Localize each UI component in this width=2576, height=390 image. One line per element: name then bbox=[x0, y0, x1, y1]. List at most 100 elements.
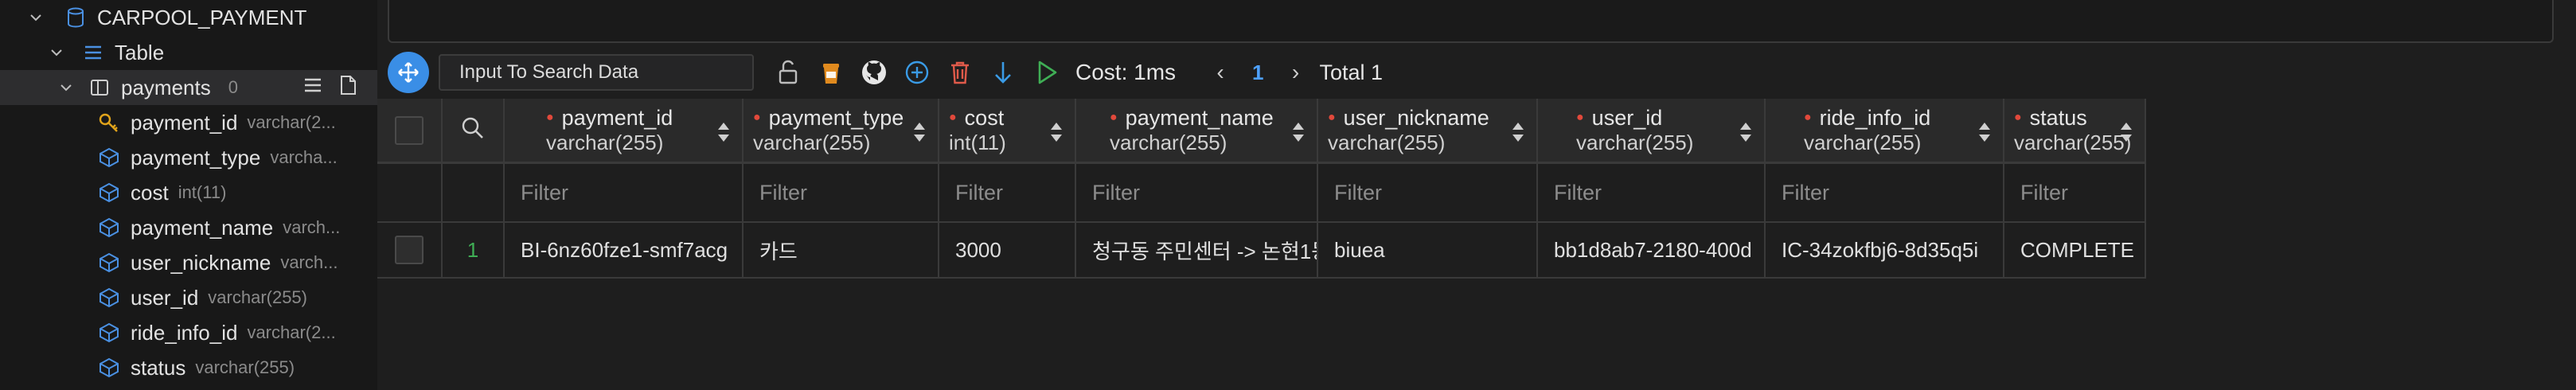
coffee-icon[interactable] bbox=[813, 54, 849, 91]
column-header-payment-name[interactable]: ● payment_name varchar(255) bbox=[1076, 99, 1318, 164]
column-header-payment-id[interactable]: ● payment_id varchar(255) bbox=[505, 99, 744, 164]
sort-icon[interactable] bbox=[1511, 121, 1525, 143]
sort-icon[interactable] bbox=[1049, 121, 1064, 143]
filter-input-cost[interactable]: Filter bbox=[939, 164, 1076, 223]
column-type: varchar(2... bbox=[247, 322, 336, 342]
move-icon[interactable] bbox=[388, 52, 429, 93]
cell-cost[interactable]: 3000 bbox=[939, 223, 1076, 279]
sidebar-column-status[interactable]: status varchar(255) bbox=[0, 350, 377, 385]
row-search-cell bbox=[443, 99, 505, 164]
column-name: payment_name bbox=[131, 215, 274, 240]
next-page-button[interactable]: › bbox=[1280, 54, 1312, 91]
column-icon bbox=[97, 286, 121, 310]
query-cost: Cost: 1ms bbox=[1075, 60, 1177, 84]
column-header-name: payment_name bbox=[1125, 105, 1274, 130]
editor-code-fragment: — — — — — — — — — — — — — — — — — — — — … bbox=[412, 0, 970, 9]
cell-ride-info-id[interactable]: IC-34zokfbj6-8d35q5i bbox=[1766, 223, 2004, 279]
sort-icon[interactable] bbox=[1739, 121, 1753, 143]
column-header-status[interactable]: ● status varchar(255) bbox=[2004, 99, 2146, 164]
table-row[interactable]: 1 BI-6nz60fze1-smf7acg 카드 3000 청구동 주민센터 -> … bbox=[377, 223, 2146, 279]
table-row-count: 0 bbox=[228, 77, 238, 97]
column-type: int(11) bbox=[178, 182, 227, 202]
tree-database[interactable]: CARPOOL_PAYMENT bbox=[0, 0, 377, 35]
sort-icon[interactable] bbox=[1977, 121, 1992, 143]
sidebar-column-ride-info-id[interactable]: ride_info_id varchar(2... bbox=[0, 315, 377, 350]
column-header-type: varchar(255) bbox=[1328, 130, 1446, 154]
cell-payment-type[interactable]: 카드 bbox=[744, 223, 939, 279]
sidebar-column-payment-name[interactable]: payment_name varch... bbox=[0, 210, 377, 245]
search-icon[interactable] bbox=[460, 115, 486, 145]
row-select-cell bbox=[377, 223, 443, 279]
column-header-user-nickname[interactable]: ● user_nickname varchar(255) bbox=[1318, 99, 1538, 164]
cell-status[interactable]: COMPLETE bbox=[2004, 223, 2146, 279]
column-icon bbox=[97, 181, 121, 205]
column-name: ride_info_id bbox=[131, 320, 238, 345]
filter-input-status[interactable]: Filter bbox=[2004, 164, 2146, 223]
file-icon[interactable] bbox=[336, 73, 360, 103]
filter-input-user-nickname[interactable]: Filter bbox=[1318, 164, 1538, 223]
filter-input-payment-name[interactable]: Filter bbox=[1076, 164, 1318, 223]
column-header-ride-info-id[interactable]: ● ride_info_id varchar(255) bbox=[1766, 99, 2004, 164]
column-name: status bbox=[131, 355, 186, 380]
sidebar: CARPOOL_PAYMENT Table payments 0 payment… bbox=[0, 0, 377, 390]
required-dot: ● bbox=[546, 110, 554, 124]
previous-page-button[interactable]: ‹ bbox=[1204, 54, 1236, 91]
column-header-type: varchar(255) bbox=[1576, 130, 1694, 154]
column-header-name: ride_info_id bbox=[1819, 105, 1931, 130]
column-header-name: status bbox=[2029, 105, 2087, 130]
column-icon bbox=[97, 321, 121, 345]
chevron-down-icon[interactable] bbox=[25, 7, 46, 28]
arrow-down-icon[interactable] bbox=[985, 54, 1021, 91]
column-header-type: varchar(255) bbox=[1110, 130, 1228, 154]
page-number[interactable]: 1 bbox=[1252, 60, 1263, 85]
filter-row: Filter Filter Filter Filter Filter Filter Filt… bbox=[377, 164, 2146, 223]
filter-input-ride-info-id[interactable]: Filter bbox=[1766, 164, 2004, 223]
sort-icon[interactable] bbox=[912, 121, 927, 143]
filter-input-payment-type[interactable]: Filter bbox=[744, 164, 939, 223]
sidebar-column-cost[interactable]: cost int(11) bbox=[0, 175, 377, 210]
play-icon[interactable] bbox=[1028, 54, 1064, 91]
column-icon bbox=[97, 251, 121, 275]
column-name: cost bbox=[131, 180, 169, 205]
column-icon bbox=[97, 146, 121, 170]
search-input[interactable] bbox=[439, 54, 754, 91]
tree-table-group[interactable]: Table bbox=[0, 35, 377, 70]
cell-payment-id[interactable]: BI-6nz60fze1-smf7acg bbox=[505, 223, 744, 279]
row-checkbox[interactable] bbox=[395, 236, 423, 264]
cell-payment-name[interactable]: 청구동 주민센터 -> 논현1동 bbox=[1076, 223, 1318, 279]
sidebar-column-user-nickname[interactable]: user_nickname varch... bbox=[0, 245, 377, 280]
select-all-checkbox[interactable] bbox=[395, 115, 423, 145]
sort-icon[interactable] bbox=[1291, 121, 1306, 143]
sort-icon[interactable] bbox=[2119, 121, 2133, 143]
chevron-down-icon[interactable] bbox=[46, 42, 67, 63]
unlock-icon[interactable] bbox=[770, 54, 806, 91]
result-toolbar: Cost: 1ms ‹ 1 › Total 1 bbox=[388, 51, 2537, 94]
required-dot: ● bbox=[1328, 110, 1336, 124]
column-header-user-id[interactable]: ● user_id varchar(255) bbox=[1538, 99, 1766, 164]
chevron-down-icon[interactable] bbox=[56, 77, 76, 98]
github-icon[interactable] bbox=[856, 54, 892, 91]
required-dot: ● bbox=[949, 110, 957, 124]
filter-input-payment-id[interactable]: Filter bbox=[505, 164, 744, 223]
filter-spacer bbox=[377, 164, 443, 223]
tree-table-payments[interactable]: payments 0 bbox=[0, 70, 377, 105]
table-icon bbox=[88, 76, 111, 99]
column-header-cost[interactable]: ● cost int(11) bbox=[939, 99, 1076, 164]
required-dot: ● bbox=[1804, 110, 1812, 124]
sidebar-column-payment-id[interactable]: payment_id varchar(2... bbox=[0, 105, 377, 140]
sql-editor[interactable]: — — — — — — — — — — — — — — — — — — — — … bbox=[388, 0, 2554, 43]
column-icon bbox=[97, 216, 121, 240]
column-header-payment-type[interactable]: ● payment_type varchar(255) bbox=[744, 99, 939, 164]
database-icon bbox=[64, 6, 88, 29]
list-icon[interactable] bbox=[301, 73, 325, 103]
sidebar-column-user-id[interactable]: user_id varchar(255) bbox=[0, 280, 377, 315]
cell-user-nickname[interactable]: biuea bbox=[1318, 223, 1538, 279]
cell-user-id[interactable]: bb1d8ab7-2180-400d bbox=[1538, 223, 1766, 279]
delete-icon[interactable] bbox=[942, 54, 978, 91]
column-header-type: varchar(255) bbox=[1804, 130, 1922, 154]
filter-input-user-id[interactable]: Filter bbox=[1538, 164, 1766, 223]
sort-icon[interactable] bbox=[716, 121, 731, 143]
add-icon[interactable] bbox=[899, 54, 935, 91]
app-root: CARPOOL_PAYMENT Table payments 0 payment… bbox=[0, 0, 2576, 390]
sidebar-column-payment-type[interactable]: payment_type varcha... bbox=[0, 140, 377, 175]
